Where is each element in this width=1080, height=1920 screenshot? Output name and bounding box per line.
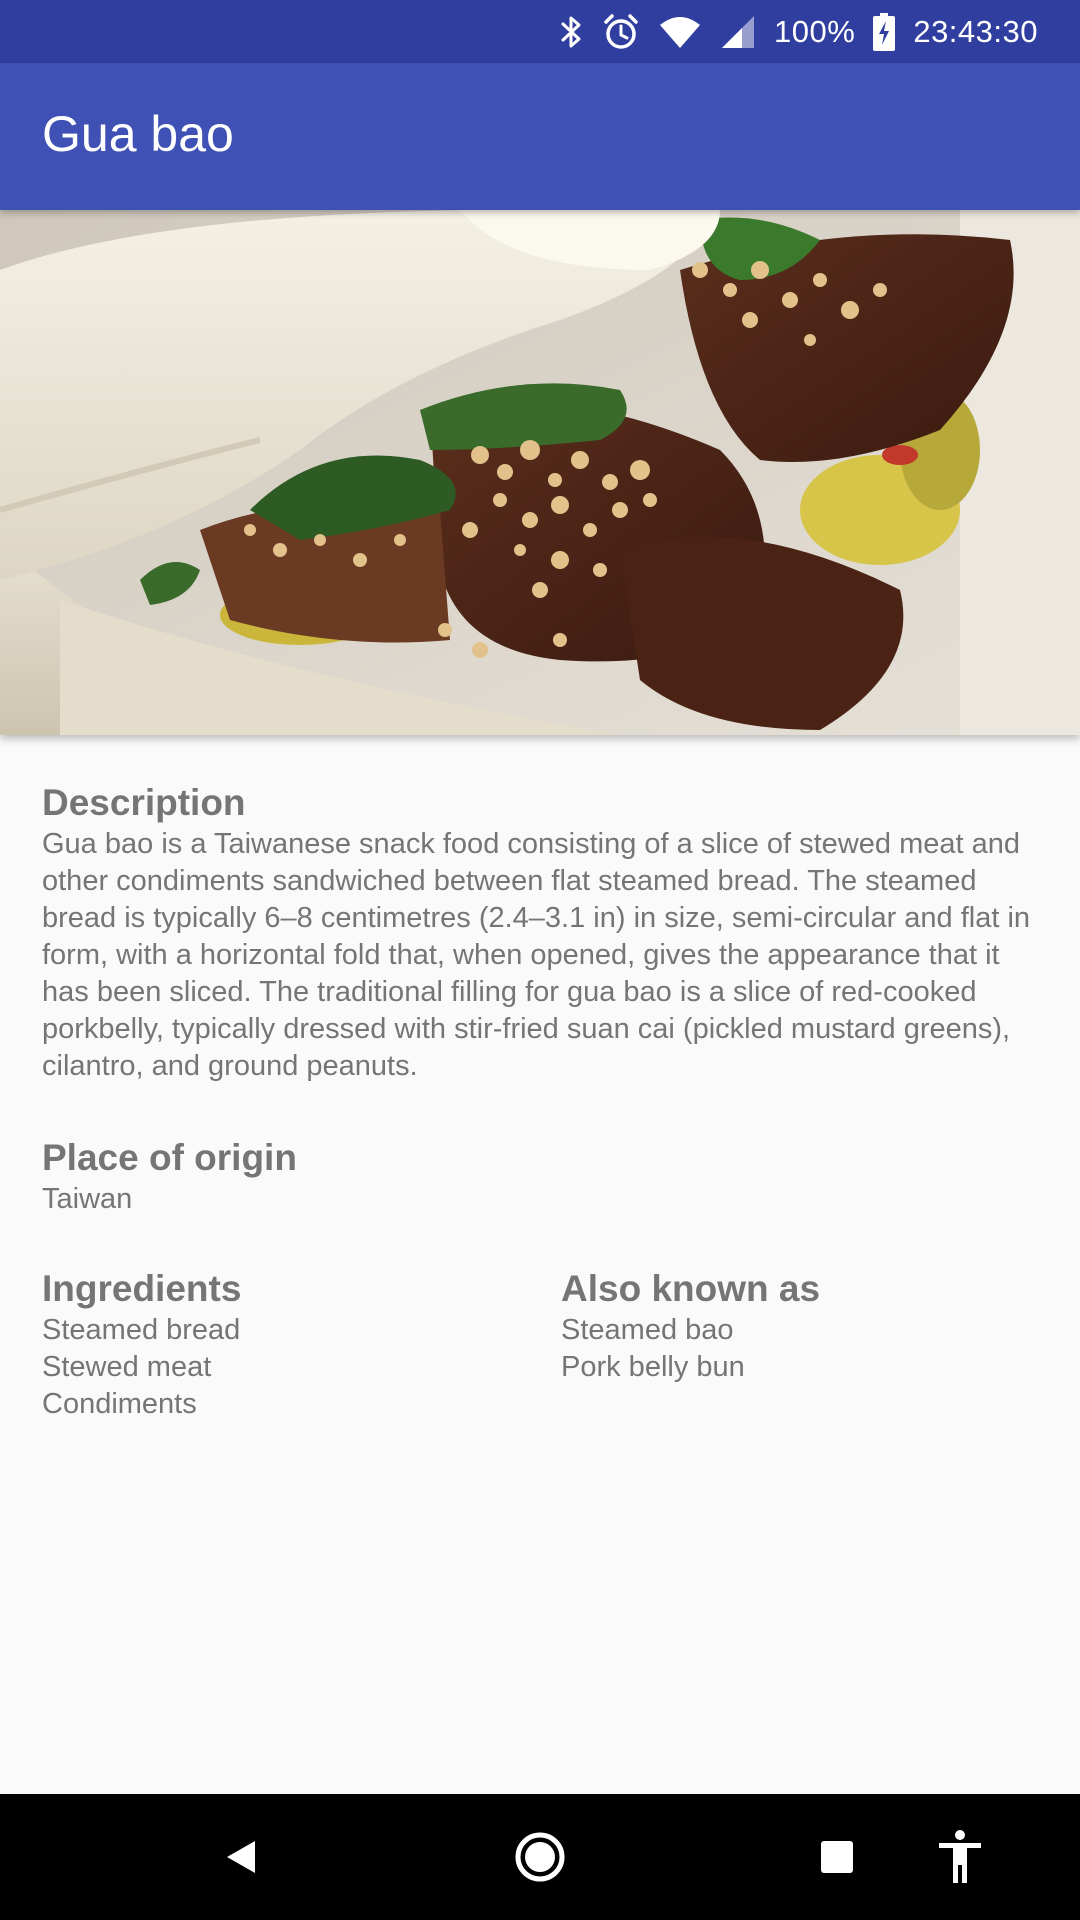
back-button[interactable]	[178, 1794, 304, 1920]
navigation-bar	[0, 1794, 1080, 1920]
origin-value: Taiwan	[42, 1183, 133, 1215]
description-section: Description Gua bao is a Taiwanese snack…	[42, 780, 1038, 1085]
list-item: Condiments	[42, 1388, 197, 1420]
aka-section: Also known as Steamed bao Pork belly bun	[561, 1266, 1038, 1423]
list-item: Stewed meat	[42, 1351, 212, 1383]
hero-image	[0, 210, 1080, 735]
app-bar: Gua bao	[0, 63, 1080, 210]
alarm-icon	[602, 12, 640, 52]
origin-section: Place of origin Taiwan	[42, 1135, 1038, 1218]
bluetooth-icon	[560, 12, 584, 52]
origin-title: Place of origin	[42, 1137, 297, 1178]
ingredients-section: Ingredients Steamed bread Stewed meat Co…	[42, 1266, 561, 1423]
accessibility-icon	[939, 1830, 981, 1883]
description-body: Gua bao is a Taiwanese snack food consis…	[42, 828, 1031, 1082]
details-columns: Ingredients Steamed bread Stewed meat Co…	[42, 1266, 1038, 1423]
back-icon	[227, 1841, 255, 1873]
recents-icon	[821, 1841, 853, 1873]
aka-title: Also known as	[561, 1268, 821, 1309]
clock: 23:43:30	[913, 13, 1038, 49]
status-icons: 100% 23:43:30	[560, 0, 1038, 63]
battery-percent: 100%	[774, 13, 856, 49]
recents-button[interactable]	[774, 1794, 900, 1920]
battery-charging-icon	[873, 12, 896, 52]
accessibility-button[interactable]	[897, 1794, 1023, 1920]
list-item: Pork belly bun	[561, 1351, 745, 1383]
wifi-icon	[658, 12, 702, 52]
home-button[interactable]	[477, 1794, 603, 1920]
list-item: Steamed bread	[42, 1314, 241, 1346]
description-title: Description	[42, 782, 246, 823]
app-screen: 100% 23:43:30 Gua bao Description Gua ba…	[0, 0, 1080, 1920]
cell-signal-icon	[720, 12, 756, 52]
status-bar: 100% 23:43:30	[0, 0, 1080, 63]
list-item: Steamed bao	[561, 1314, 734, 1346]
ingredients-title: Ingredients	[42, 1268, 242, 1309]
gua-bao-photo	[0, 210, 1080, 735]
content: Description Gua bao is a Taiwanese snack…	[42, 780, 1038, 1423]
page-title: Gua bao	[42, 106, 234, 162]
home-icon	[515, 1832, 565, 1882]
